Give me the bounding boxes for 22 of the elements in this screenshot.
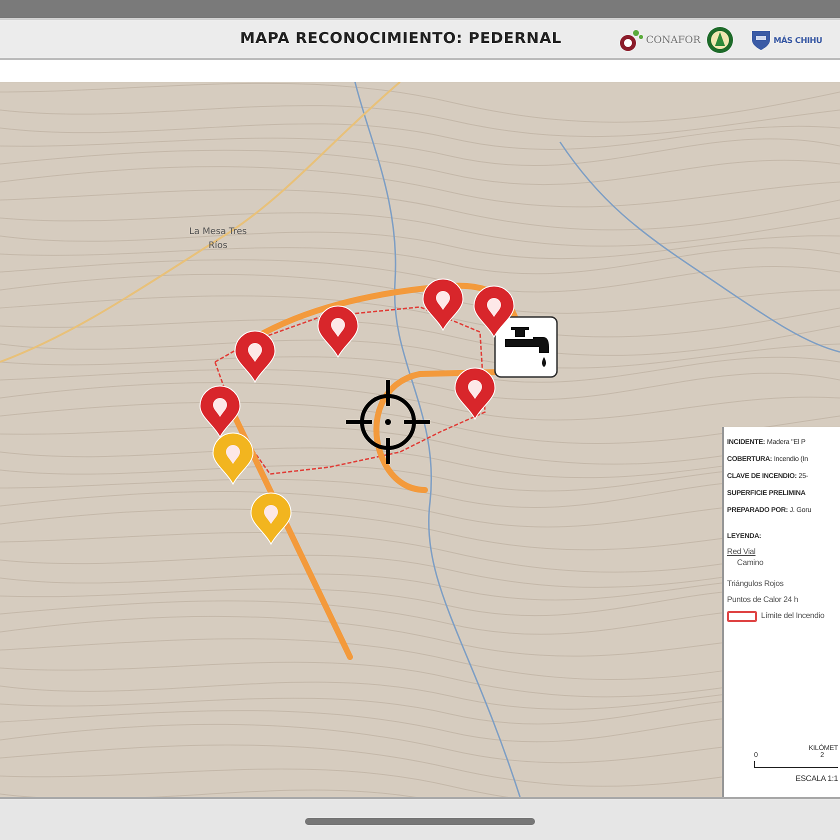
legend-label: Red Vial [727,547,756,556]
legend-label: Camino [737,558,764,567]
legend-label: Límite del Incendio [761,610,824,622]
map-pin-icon[interactable] [200,386,240,438]
shield-logo-icon [750,29,770,51]
leaf-logo-icon [618,27,644,53]
perimeter-swatch [727,610,757,622]
legend-label: Triángulos Rojos [727,578,784,590]
water-faucet-icon [494,316,558,378]
seal-logo-icon [706,26,734,54]
map-pin-icon[interactable] [422,278,464,330]
map-pin-icon[interactable] [454,368,496,420]
place-label: La Mesa Tres Ríos [188,226,248,252]
map-pin-icon[interactable] [318,306,358,358]
crosshair-icon [344,378,432,466]
legend-label: Puntos de Calor 24 h [727,594,798,606]
logo-text: MÁS CHIHU [774,36,822,44]
scale-text: ESCALA 1:1 [794,774,838,783]
logo-text: CONAFOR [646,34,700,46]
map-title: MAPA RECONOCIMIENTO: PEDERNAL [240,29,562,47]
map-pin-icon[interactable] [234,330,276,382]
map-pin-icon[interactable] [474,286,514,338]
